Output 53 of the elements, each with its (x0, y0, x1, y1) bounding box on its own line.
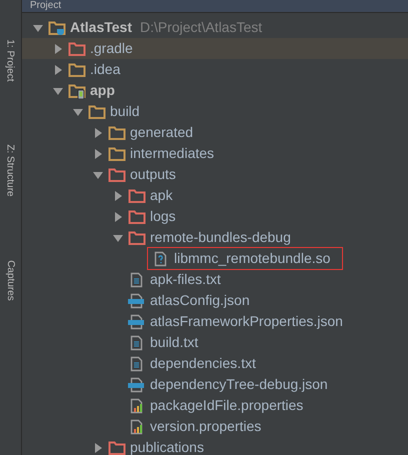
json-file-icon (128, 292, 146, 308)
folder-icon (128, 208, 146, 224)
expand-arrow-icon[interactable] (113, 190, 123, 200)
tree-item[interactable]: packageIdFile.properties (150, 395, 304, 416)
expand-arrow-icon[interactable] (53, 44, 63, 54)
collapse-arrow-icon[interactable] (93, 170, 103, 180)
folder-icon (108, 124, 126, 140)
expand-arrow-icon[interactable] (113, 212, 123, 222)
folder-icon (108, 146, 126, 162)
tree-item[interactable]: apk-files.txt (150, 269, 221, 290)
tree-item[interactable]: intermediates (130, 143, 214, 164)
collapse-arrow-icon[interactable] (53, 86, 63, 96)
folder-icon (68, 82, 86, 98)
folder-icon (128, 230, 146, 246)
collapse-arrow-icon[interactable] (113, 232, 123, 242)
project-path: D:\Project\AtlasTest (140, 18, 262, 37)
expand-arrow-icon[interactable] (93, 148, 103, 158)
tree-item[interactable]: app (90, 80, 115, 101)
tree-item[interactable]: libmmc_remotebundle.so (174, 248, 330, 269)
collapse-arrow-icon[interactable] (33, 22, 43, 32)
header-title: Project (30, 0, 62, 12)
folder-icon (88, 104, 106, 120)
tree-item[interactable]: publications (130, 437, 204, 455)
expand-arrow-icon[interactable] (93, 442, 103, 452)
folder-icon (128, 188, 146, 204)
tree-item[interactable]: AtlasTest (70, 17, 132, 38)
tree-item[interactable]: dependencies.txt (150, 353, 256, 374)
folder-icon (108, 440, 126, 455)
tree-item[interactable]: version.properties (150, 416, 262, 437)
tree-item[interactable]: apk (150, 185, 173, 206)
tree-item[interactable]: atlasFrameworkProperties.json (150, 311, 343, 332)
tree-item[interactable]: atlasConfig.json (150, 290, 250, 311)
folder-icon (108, 166, 126, 182)
tree-item[interactable]: outputs (130, 164, 176, 185)
tree-item[interactable]: .idea (90, 59, 120, 80)
tree-item[interactable]: generated (130, 122, 194, 143)
collapse-arrow-icon[interactable] (73, 106, 83, 116)
expand-arrow-icon[interactable] (53, 64, 63, 74)
tree-item[interactable]: build (110, 101, 140, 122)
folder-icon (68, 62, 86, 78)
tree-item[interactable]: dependencyTree-debug.json (150, 374, 328, 395)
tool-window-tab[interactable]: Z: Structure (4, 130, 18, 210)
tool-window-tab[interactable]: 1: Project (4, 20, 18, 100)
folder-icon (68, 40, 86, 56)
folder-icon (48, 20, 66, 36)
tree-item[interactable]: remote-bundles-debug (150, 227, 291, 248)
json-file-icon (128, 376, 146, 392)
tree-item[interactable]: logs (150, 206, 176, 227)
json-file-icon (128, 314, 146, 330)
tool-window-tab[interactable]: Captures (4, 240, 18, 320)
tree-item[interactable]: build.txt (150, 332, 198, 353)
expand-arrow-icon[interactable] (93, 128, 103, 138)
tree-item[interactable]: .gradle (90, 38, 133, 59)
